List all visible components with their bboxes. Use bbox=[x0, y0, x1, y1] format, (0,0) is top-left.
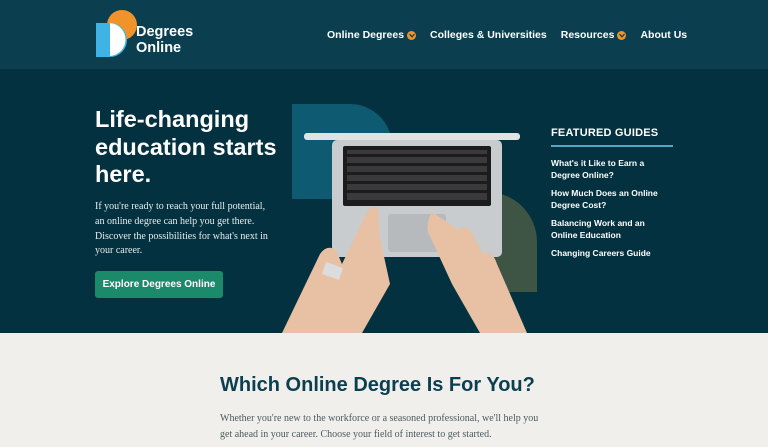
chevron-down-icon bbox=[407, 30, 417, 40]
site-header: Degrees Online Online Degrees Colleges &… bbox=[0, 0, 768, 69]
nav-item-about-us[interactable]: About Us bbox=[640, 29, 687, 41]
featured-guide-link[interactable]: How Much Does an Online Degree Cost? bbox=[551, 188, 673, 211]
nav-item-label: Colleges & Universities bbox=[430, 29, 547, 41]
featured-guide-link[interactable]: Changing Careers Guide bbox=[551, 248, 673, 260]
degree-finder-section: Which Online Degree Is For You? Whether … bbox=[0, 333, 768, 447]
chevron-down-icon bbox=[617, 30, 627, 40]
logo-mark-icon bbox=[96, 10, 137, 57]
hero-section: Life-changing education starts here. If … bbox=[0, 69, 768, 333]
featured-guides: FEATURED GUIDES What's it Like to Earn a… bbox=[551, 127, 673, 267]
nav-item-label: Online Degrees bbox=[327, 29, 405, 41]
featured-guides-list: What's it Like to Earn a Degree Online? … bbox=[551, 158, 673, 260]
degree-section-description: Whether you're new to the workforce or a… bbox=[220, 413, 539, 440]
hero-title: Life-changing education starts here. bbox=[95, 106, 277, 187]
nav-item-online-degrees[interactable]: Online Degrees bbox=[327, 29, 417, 41]
hero-description: If you're ready to reach your full poten… bbox=[95, 201, 268, 257]
featured-guides-heading: FEATURED GUIDES bbox=[551, 127, 673, 147]
featured-guide-link[interactable]: What's it Like to Earn a Degree Online? bbox=[551, 158, 673, 181]
main-nav: Online Degrees Colleges & Universities R… bbox=[327, 27, 687, 43]
featured-guide-link[interactable]: Balancing Work and an Online Education bbox=[551, 218, 673, 241]
logo-line-2: Online bbox=[136, 40, 182, 56]
site-logo[interactable]: Degrees Online bbox=[94, 9, 214, 57]
nav-item-label: Resources bbox=[560, 29, 615, 41]
nav-item-label: About Us bbox=[640, 29, 688, 41]
nav-item-resources[interactable]: Resources bbox=[561, 29, 627, 41]
explore-degrees-button[interactable]: Explore Degrees Online bbox=[95, 271, 223, 298]
degree-section-title: Which Online Degree Is For You? bbox=[220, 374, 535, 396]
laptop-typing-illustration bbox=[282, 104, 537, 333]
logo-line-1: Degrees bbox=[136, 24, 194, 40]
nav-item-colleges[interactable]: Colleges & Universities bbox=[430, 29, 547, 41]
logo-text: Degrees Online bbox=[136, 24, 193, 56]
